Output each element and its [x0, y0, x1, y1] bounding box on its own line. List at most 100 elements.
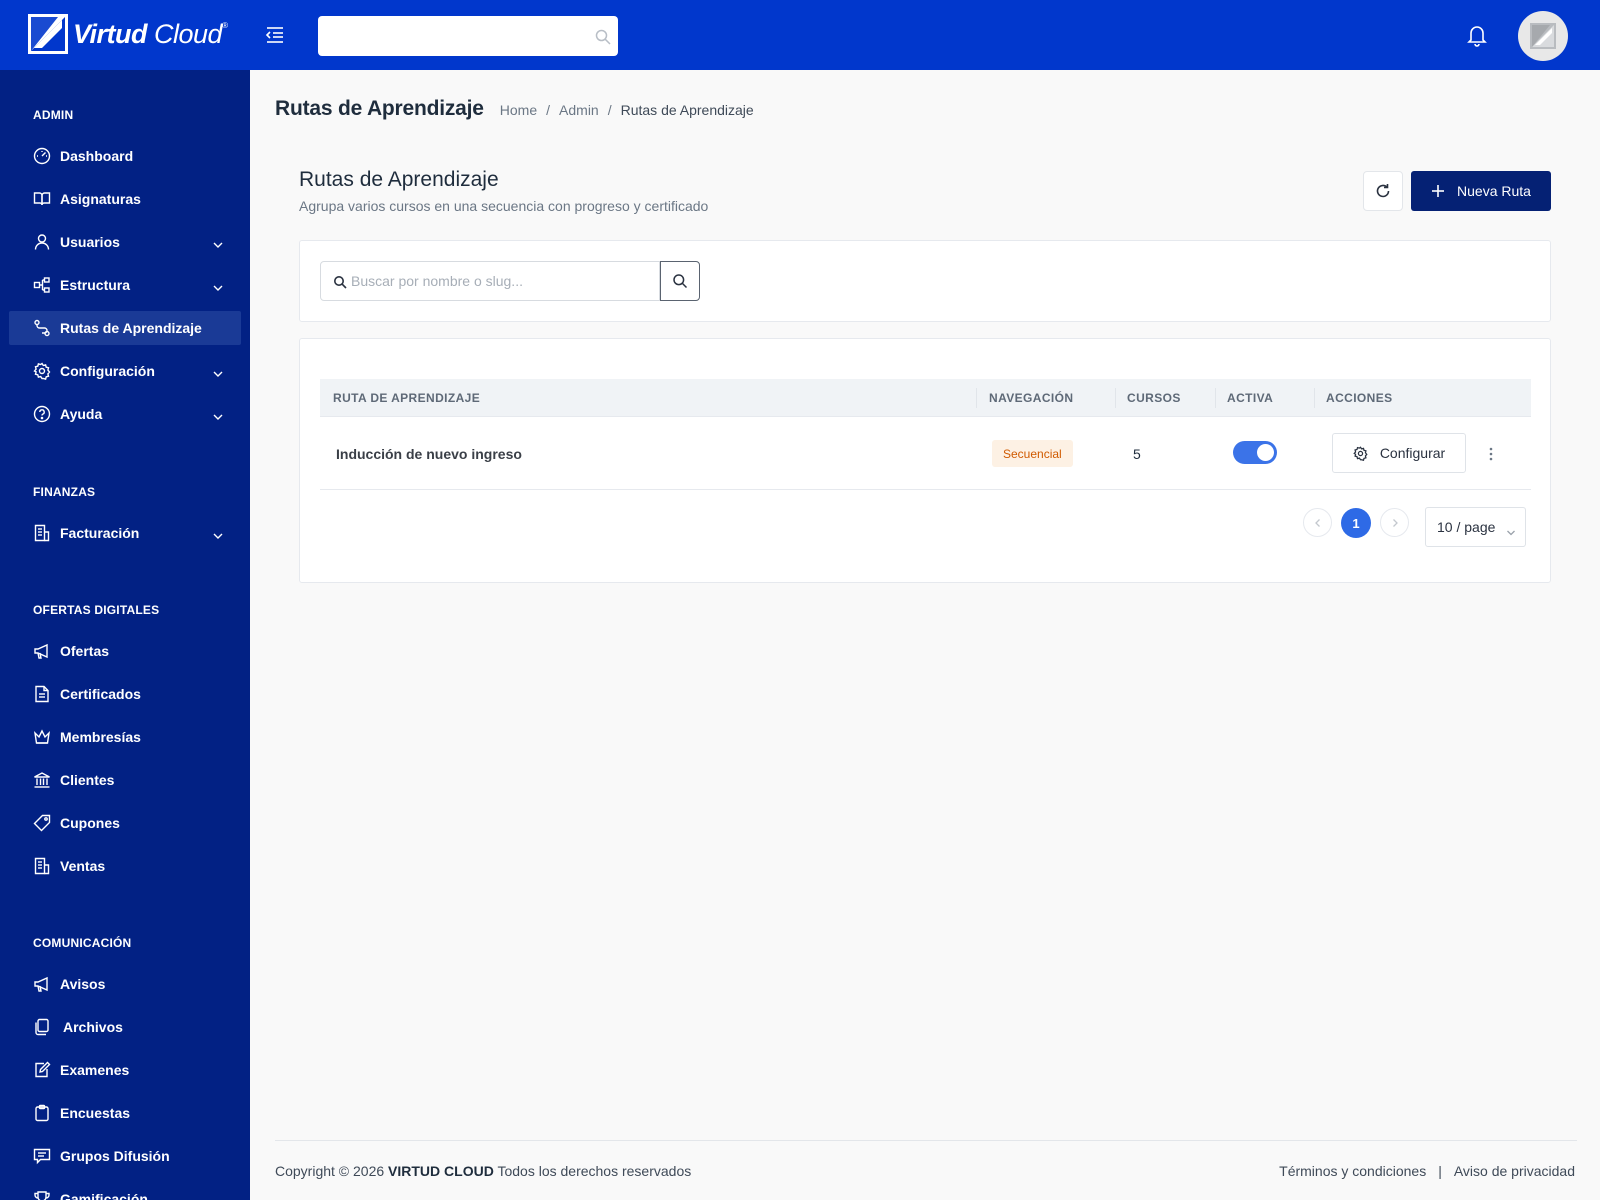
- sidebar-item-label: Archivos: [63, 1019, 123, 1035]
- sidebar-item-label: Certificados: [60, 686, 141, 702]
- sidebar-item-label: Asignaturas: [60, 191, 141, 207]
- sidebar-section-finanzas: FINANZAS: [33, 485, 96, 499]
- sidebar-item-dashboard[interactable]: Dashboard: [9, 139, 241, 173]
- navigation-badge: Secuencial: [992, 440, 1073, 467]
- gear-icon: [33, 362, 51, 380]
- global-search-input[interactable]: [318, 16, 618, 56]
- sidebar-item-label: Clientes: [60, 772, 115, 788]
- page-size-select[interactable]: 10 / page: [1425, 507, 1526, 547]
- document-icon: [33, 685, 51, 703]
- sidebar-item-label: Examenes: [60, 1062, 130, 1078]
- logo-text: Virtud Cloud®: [73, 18, 228, 49]
- help-icon: [33, 405, 51, 423]
- column-header-acciones: ACCIONES: [1326, 391, 1393, 405]
- copyright-suffix: Todos los derechos reservados: [497, 1163, 692, 1179]
- sidebar-item-label: Cupones: [60, 815, 120, 831]
- sidebar-item-label: Ayuda: [60, 406, 103, 422]
- pagination-next-button[interactable]: [1380, 508, 1409, 537]
- global-search[interactable]: [318, 16, 618, 56]
- top-bar: Virtud Cloud®: [0, 0, 1600, 70]
- book-icon: [33, 190, 51, 208]
- sidebar-item-configuracion[interactable]: Configuración: [9, 354, 241, 388]
- sidebar-item-asignaturas[interactable]: Asignaturas: [9, 182, 241, 216]
- terms-link[interactable]: Términos y condiciones: [1279, 1163, 1426, 1179]
- breadcrumb-home[interactable]: Home: [500, 102, 537, 118]
- column-divider: [1314, 388, 1315, 408]
- notifications-bell-icon[interactable]: [1466, 23, 1488, 47]
- sidebar-item-certificados[interactable]: Certificados: [9, 677, 241, 711]
- sidebar-item-rutas-de-aprendizaje[interactable]: Rutas de Aprendizaje: [9, 311, 241, 345]
- route-name[interactable]: Inducción de nuevo ingreso: [336, 446, 522, 462]
- chevron-left-icon: [1314, 518, 1320, 527]
- sidebar-item-estructura[interactable]: Estructura: [9, 268, 241, 302]
- sidebar-item-membresias[interactable]: Membresías: [9, 720, 241, 754]
- avatar-placeholder-icon: [1530, 23, 1556, 49]
- sidebar-item-examenes[interactable]: Examenes: [9, 1053, 241, 1087]
- sidebar-item-encuestas[interactable]: Encuestas: [9, 1096, 241, 1130]
- sidebar-item-ofertas[interactable]: Ofertas: [9, 634, 241, 668]
- courses-count: 5: [1133, 446, 1141, 462]
- files-icon: [33, 1018, 51, 1036]
- search-icon: [673, 274, 688, 289]
- route-icon: [33, 319, 51, 337]
- chevron-down-icon: [212, 366, 224, 377]
- refresh-button[interactable]: [1363, 171, 1403, 211]
- copyright-prefix: Copyright © 2026: [275, 1163, 385, 1179]
- column-header-activa[interactable]: ACTIVA: [1227, 391, 1273, 405]
- sidebar-item-usuarios[interactable]: Usuarios: [9, 225, 241, 259]
- sidebar-section-ofertas-digitales: OFERTAS DIGITALES: [33, 603, 160, 617]
- column-header-navegacion[interactable]: NAVEGACIÓN: [989, 391, 1073, 405]
- new-route-button[interactable]: Nueva Ruta: [1411, 171, 1551, 211]
- logo-mark-icon: [28, 14, 68, 54]
- search-icon[interactable]: [594, 28, 612, 46]
- breadcrumb-separator: /: [607, 102, 612, 118]
- sidebar-item-label: Configuración: [60, 363, 155, 379]
- active-toggle[interactable]: [1233, 441, 1277, 464]
- plus-icon: [1432, 185, 1445, 197]
- sidebar-item-ventas[interactable]: Ventas: [9, 849, 241, 883]
- menu-toggle-icon[interactable]: [264, 24, 286, 46]
- pagination-current-page[interactable]: 1: [1341, 508, 1371, 538]
- breadcrumb-current: Rutas de Aprendizaje: [620, 102, 754, 118]
- crown-icon: [33, 728, 51, 746]
- chevron-right-icon: [1392, 518, 1398, 527]
- footer-links: Términos y condiciones | Aviso de privac…: [1279, 1163, 1575, 1179]
- sidebar-item-clientes[interactable]: Clientes: [9, 763, 241, 797]
- column-divider: [1115, 388, 1116, 408]
- dashboard-icon: [33, 147, 51, 165]
- breadcrumb-admin[interactable]: Admin: [559, 102, 599, 118]
- chevron-down-icon: [212, 528, 224, 539]
- sidebar-item-ayuda[interactable]: Ayuda: [9, 397, 241, 431]
- sidebar-item-label: Encuestas: [60, 1105, 131, 1121]
- sidebar-item-cupones[interactable]: Cupones: [9, 806, 241, 840]
- logo[interactable]: Virtud Cloud®: [28, 14, 228, 54]
- table-row: Inducción de nuevo ingreso Secuencial 5 …: [320, 418, 1531, 490]
- sidebar-item-archivos[interactable]: Archivos: [9, 1010, 241, 1044]
- column-header-ruta[interactable]: RUTA DE APRENDIZAJE: [333, 391, 480, 405]
- toggle-knob: [1257, 444, 1274, 461]
- search-button[interactable]: [660, 261, 700, 301]
- sidebar-item-facturacion[interactable]: Facturación: [9, 516, 241, 550]
- sidebar-item-label: Dashboard: [60, 148, 134, 164]
- invoice-icon: [33, 524, 51, 542]
- avatar[interactable]: [1518, 11, 1568, 61]
- sidebar-item-label: Rutas de Aprendizaje: [60, 320, 202, 336]
- sidebar-item-label: Usuarios: [60, 234, 120, 250]
- route-search-input[interactable]: [351, 262, 651, 300]
- configure-button[interactable]: Configurar: [1332, 433, 1466, 473]
- pagination-prev-button[interactable]: [1303, 508, 1332, 537]
- breadcrumb-separator: /: [546, 102, 551, 118]
- section-title: Rutas de Aprendizaje: [299, 168, 499, 191]
- more-options-icon[interactable]: [1486, 445, 1496, 463]
- privacy-link[interactable]: Aviso de privacidad: [1454, 1163, 1575, 1179]
- sidebar-item-grupos-difusion[interactable]: Grupos Difusión: [9, 1139, 241, 1173]
- table-header: RUTA DE APRENDIZAJE NAVEGACIÓN CURSOS AC…: [320, 379, 1531, 417]
- footer-divider: [275, 1140, 1577, 1141]
- route-search[interactable]: [320, 261, 660, 301]
- page-size-value: 10 / page: [1437, 519, 1496, 535]
- sidebar-item-gamificacion[interactable]: Gamificación: [9, 1182, 241, 1200]
- footer-copyright: Copyright © 2026 VIRTUD CLOUD Todos los …: [275, 1163, 691, 1179]
- sidebar-item-label: Membresías: [60, 729, 141, 745]
- sidebar-item-avisos[interactable]: Avisos: [9, 967, 241, 1001]
- column-header-cursos[interactable]: CURSOS: [1127, 391, 1181, 405]
